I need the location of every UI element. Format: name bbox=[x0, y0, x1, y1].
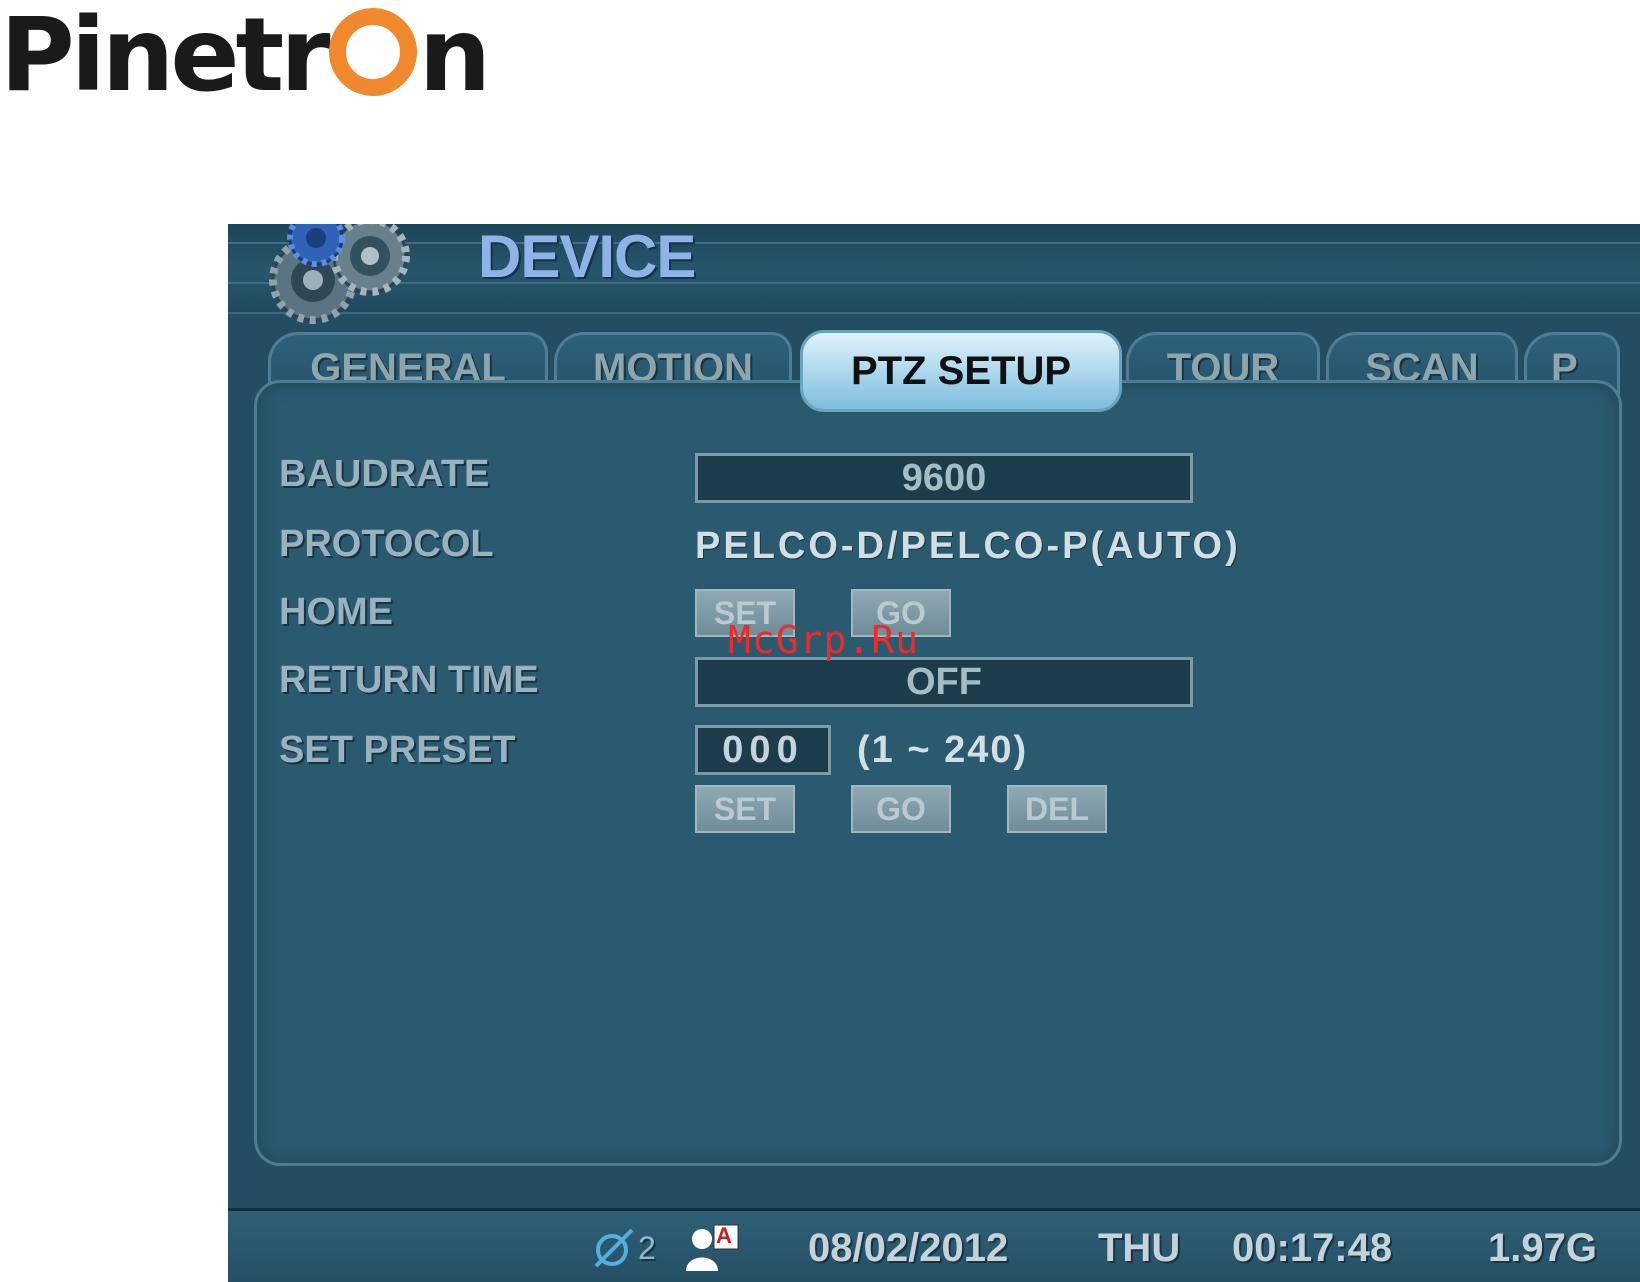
watermark-text: McGrp.Ru bbox=[728, 618, 920, 662]
network-icon bbox=[594, 1228, 634, 1268]
status-time: 00:17:48 bbox=[1232, 1225, 1393, 1270]
status-bar: 2 A 08/02/2012 THU 00:17:48 1.97G bbox=[228, 1208, 1640, 1282]
user-badge: A bbox=[716, 1223, 732, 1248]
preset-set-button[interactable]: SET bbox=[695, 785, 795, 833]
pinetron-logo: Pinetr n bbox=[0, 2, 491, 110]
tab-ptz-setup[interactable]: PTZ SETUP bbox=[800, 330, 1122, 412]
network-channel-count: 2 bbox=[638, 1229, 656, 1266]
page-title: DEVICE bbox=[478, 224, 696, 290]
user-status: A bbox=[684, 1211, 740, 1282]
protocol-label: PROTOCOL bbox=[279, 523, 494, 565]
preset-range-hint: (1 ~ 240) bbox=[857, 729, 1029, 771]
home-label: HOME bbox=[279, 591, 393, 633]
protocol-value: PELCO-D/PELCO-P(AUTO) bbox=[695, 525, 1241, 567]
preset-del-button[interactable]: DEL bbox=[1007, 785, 1107, 833]
baudrate-select[interactable]: 9600 bbox=[695, 453, 1193, 503]
logo-orange-o-icon bbox=[328, 8, 417, 96]
logo-text-prefix: Pinetr bbox=[0, 0, 331, 115]
gears-icon bbox=[269, 224, 410, 324]
dvr-screen: DEVICE GENERAL MOTION PTZ SETUP TOUR SCA… bbox=[228, 224, 1640, 1282]
set-preset-label: SET PRESET bbox=[279, 729, 516, 771]
return-time-select[interactable]: OFF bbox=[695, 657, 1193, 707]
baudrate-label: BAUDRATE bbox=[279, 453, 490, 495]
status-day: THU bbox=[1098, 1225, 1181, 1270]
network-status: 2 bbox=[592, 1211, 656, 1282]
preset-go-button[interactable]: GO bbox=[851, 785, 951, 833]
logo-text-suffix: n bbox=[418, 0, 492, 115]
ptz-settings-panel: BAUDRATE 9600 PROTOCOL PELCO-D/PELCO-P(A… bbox=[254, 380, 1622, 1166]
return-time-label: RETURN TIME bbox=[279, 659, 539, 701]
preset-number-input[interactable]: 000 bbox=[695, 725, 831, 775]
status-date: 08/02/2012 bbox=[808, 1225, 1009, 1270]
status-storage: 1.97G bbox=[1488, 1225, 1597, 1270]
